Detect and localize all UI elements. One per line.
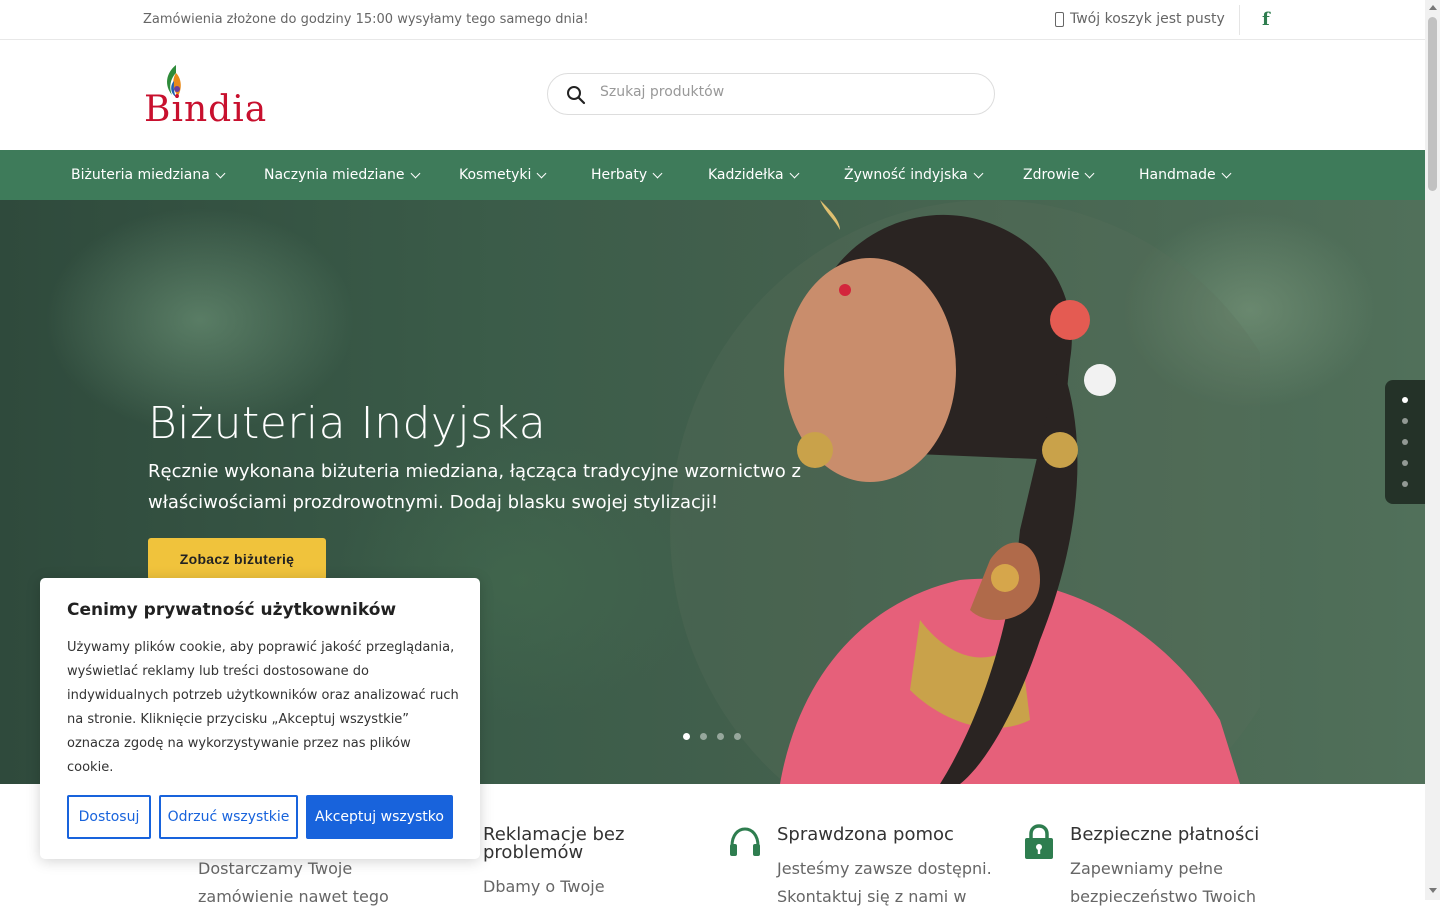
topbar-divider bbox=[1239, 5, 1240, 35]
search-input[interactable] bbox=[598, 83, 982, 101]
nav-item-kosmetyki[interactable]: Kosmetyki bbox=[459, 150, 547, 200]
reject-all-cookies-button[interactable]: Odrzuć wszystkie bbox=[159, 795, 298, 839]
shipping-notice: Zamówienia złożone do godziny 15:00 wysy… bbox=[143, 12, 589, 27]
section-dot[interactable] bbox=[1402, 397, 1408, 403]
nav-item-herbaty[interactable]: Herbaty bbox=[591, 150, 663, 200]
chevron-down-icon bbox=[973, 168, 984, 178]
see-jewelry-button[interactable]: Zobacz biżuterię bbox=[148, 538, 326, 580]
site-header: Bindia bbox=[0, 40, 1425, 150]
slide-dot[interactable] bbox=[734, 733, 741, 740]
chevron-down-icon bbox=[536, 168, 547, 178]
headphones-icon bbox=[730, 827, 760, 856]
nav-item-label: Zdrowie bbox=[1023, 167, 1080, 183]
cart-status: Twój koszyk jest pusty bbox=[1070, 11, 1225, 27]
scroll-thumb[interactable] bbox=[1428, 17, 1437, 191]
page-scrollbar[interactable] bbox=[1425, 0, 1440, 900]
nav-item-label: Biżuteria miedziana bbox=[71, 167, 210, 183]
nav-item-handmade[interactable]: Handmade bbox=[1139, 150, 1232, 200]
feature-text-line: Dostarczamy Twoje bbox=[198, 859, 353, 878]
nav-item-label: Herbaty bbox=[591, 167, 648, 183]
chevron-down-icon bbox=[652, 168, 663, 178]
lock-icon bbox=[1025, 824, 1053, 859]
customize-cookies-button[interactable]: Dostosuj bbox=[67, 795, 151, 839]
nav-item-kadzidelka[interactable]: Kadzidełka bbox=[708, 150, 800, 200]
section-dot[interactable] bbox=[1402, 418, 1408, 424]
hero-title: Biżuteria Indyjska bbox=[148, 398, 547, 449]
accept-all-cookies-button[interactable]: Akceptuj wszystko bbox=[306, 795, 453, 839]
nav-item-label: Kosmetyki bbox=[459, 167, 532, 183]
nav-item-naczynia[interactable]: Naczynia miedziane bbox=[264, 150, 420, 200]
cookie-description: Używamy plików cookie, aby poprawić jako… bbox=[67, 640, 459, 775]
cookie-consent-dialog: Cenimy prywatność użytkowników Używamy p… bbox=[40, 578, 480, 859]
feature-text-line: zamówienie nawet tego bbox=[198, 887, 389, 906]
main-nav: Biżuteria miedziana Naczynia miedziane K… bbox=[0, 150, 1425, 200]
chevron-down-icon bbox=[789, 168, 800, 178]
chevron-down-icon bbox=[1085, 168, 1095, 178]
chevron-down-icon bbox=[410, 168, 420, 178]
feature-text-line: Skontaktuj się z nami w bbox=[777, 887, 967, 906]
search-icon bbox=[567, 86, 586, 105]
slide-dot[interactable] bbox=[683, 733, 690, 740]
cookie-title: Cenimy prywatność użytkowników bbox=[67, 600, 397, 620]
section-dot[interactable] bbox=[1402, 460, 1408, 466]
nav-item-bizuteria[interactable]: Biżuteria miedziana bbox=[71, 150, 226, 200]
feature-title: problemów bbox=[483, 842, 584, 863]
slide-dot[interactable] bbox=[717, 733, 724, 740]
section-dot[interactable] bbox=[1402, 481, 1408, 487]
slider-pagination bbox=[683, 733, 741, 740]
section-dot[interactable] bbox=[1402, 439, 1408, 445]
nav-item-label: Handmade bbox=[1139, 167, 1216, 183]
section-dot-nav bbox=[1385, 380, 1425, 504]
feature-text-line: Zapewniamy pełne bbox=[1070, 859, 1223, 878]
search-box[interactable] bbox=[547, 73, 995, 115]
logo[interactable]: Bindia bbox=[144, 63, 268, 130]
cart-link[interactable]: Twój koszyk jest pusty bbox=[1055, 11, 1225, 27]
top-bar: Zamówienia złożone do godziny 15:00 wysy… bbox=[0, 0, 1425, 40]
feature-title: Sprawdzona pomoc bbox=[777, 824, 954, 845]
feature-title: Bezpieczne płatności bbox=[1070, 824, 1260, 845]
nav-item-zywnosc[interactable]: Żywność indyjska bbox=[844, 150, 984, 200]
nav-item-label: Żywność indyjska bbox=[844, 167, 968, 183]
cart-icon bbox=[1055, 11, 1064, 27]
nav-item-label: Kadzidełka bbox=[708, 167, 784, 183]
logo-wordmark: Bindia bbox=[144, 89, 268, 130]
nav-item-label: Naczynia miedziane bbox=[264, 167, 405, 183]
scroll-down-arrow-icon[interactable] bbox=[1429, 888, 1437, 893]
feature-text-line: Dbamy o Twoje bbox=[483, 877, 605, 896]
slide-dot[interactable] bbox=[700, 733, 707, 740]
facebook-icon[interactable]: f bbox=[1262, 9, 1270, 30]
scroll-up-arrow-icon[interactable] bbox=[1429, 5, 1437, 10]
hero-description: Ręcznie wykonana biżuteria miedziana, łą… bbox=[148, 461, 801, 513]
feature-text-line: Jesteśmy zawsze dostępni. bbox=[777, 859, 992, 878]
chevron-down-icon bbox=[1221, 168, 1232, 178]
feature-text-line: bezpieczeństwo Twoich bbox=[1070, 887, 1256, 906]
nav-item-zdrowie[interactable]: Zdrowie bbox=[1023, 150, 1095, 200]
chevron-down-icon bbox=[215, 168, 226, 178]
